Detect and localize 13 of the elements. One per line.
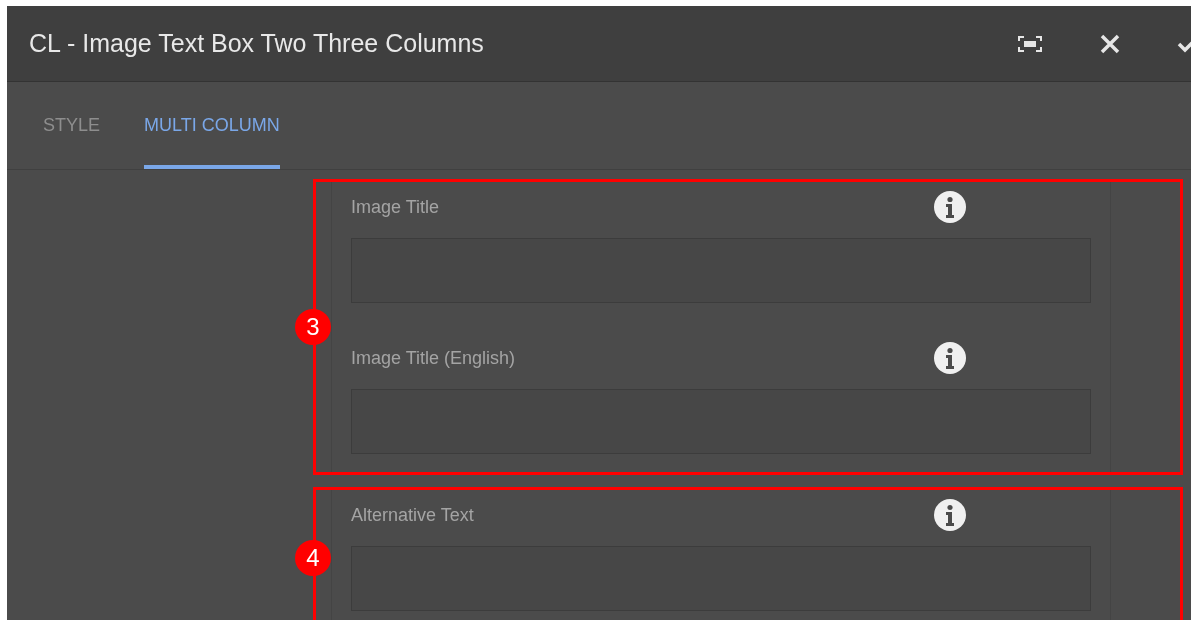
info-icon[interactable] [934,342,966,374]
tab[interactable]: MULTI COLUMN [144,82,280,169]
callout-badge: 3 [295,309,331,345]
callout-badge: 4 [295,540,331,576]
close-icon[interactable] [1099,32,1121,55]
info-icon[interactable] [934,191,966,223]
field-label: Alternative Text [351,504,474,526]
field-label: Image Title (English) [351,347,516,369]
info-icon[interactable] [934,499,966,531]
tab[interactable]: STYLE [43,82,101,169]
fullscreen-icon[interactable] [1017,34,1043,53]
field-label: Image Title [351,196,440,218]
window-title: CL - Image Text Box Two Three Columns [29,29,484,58]
